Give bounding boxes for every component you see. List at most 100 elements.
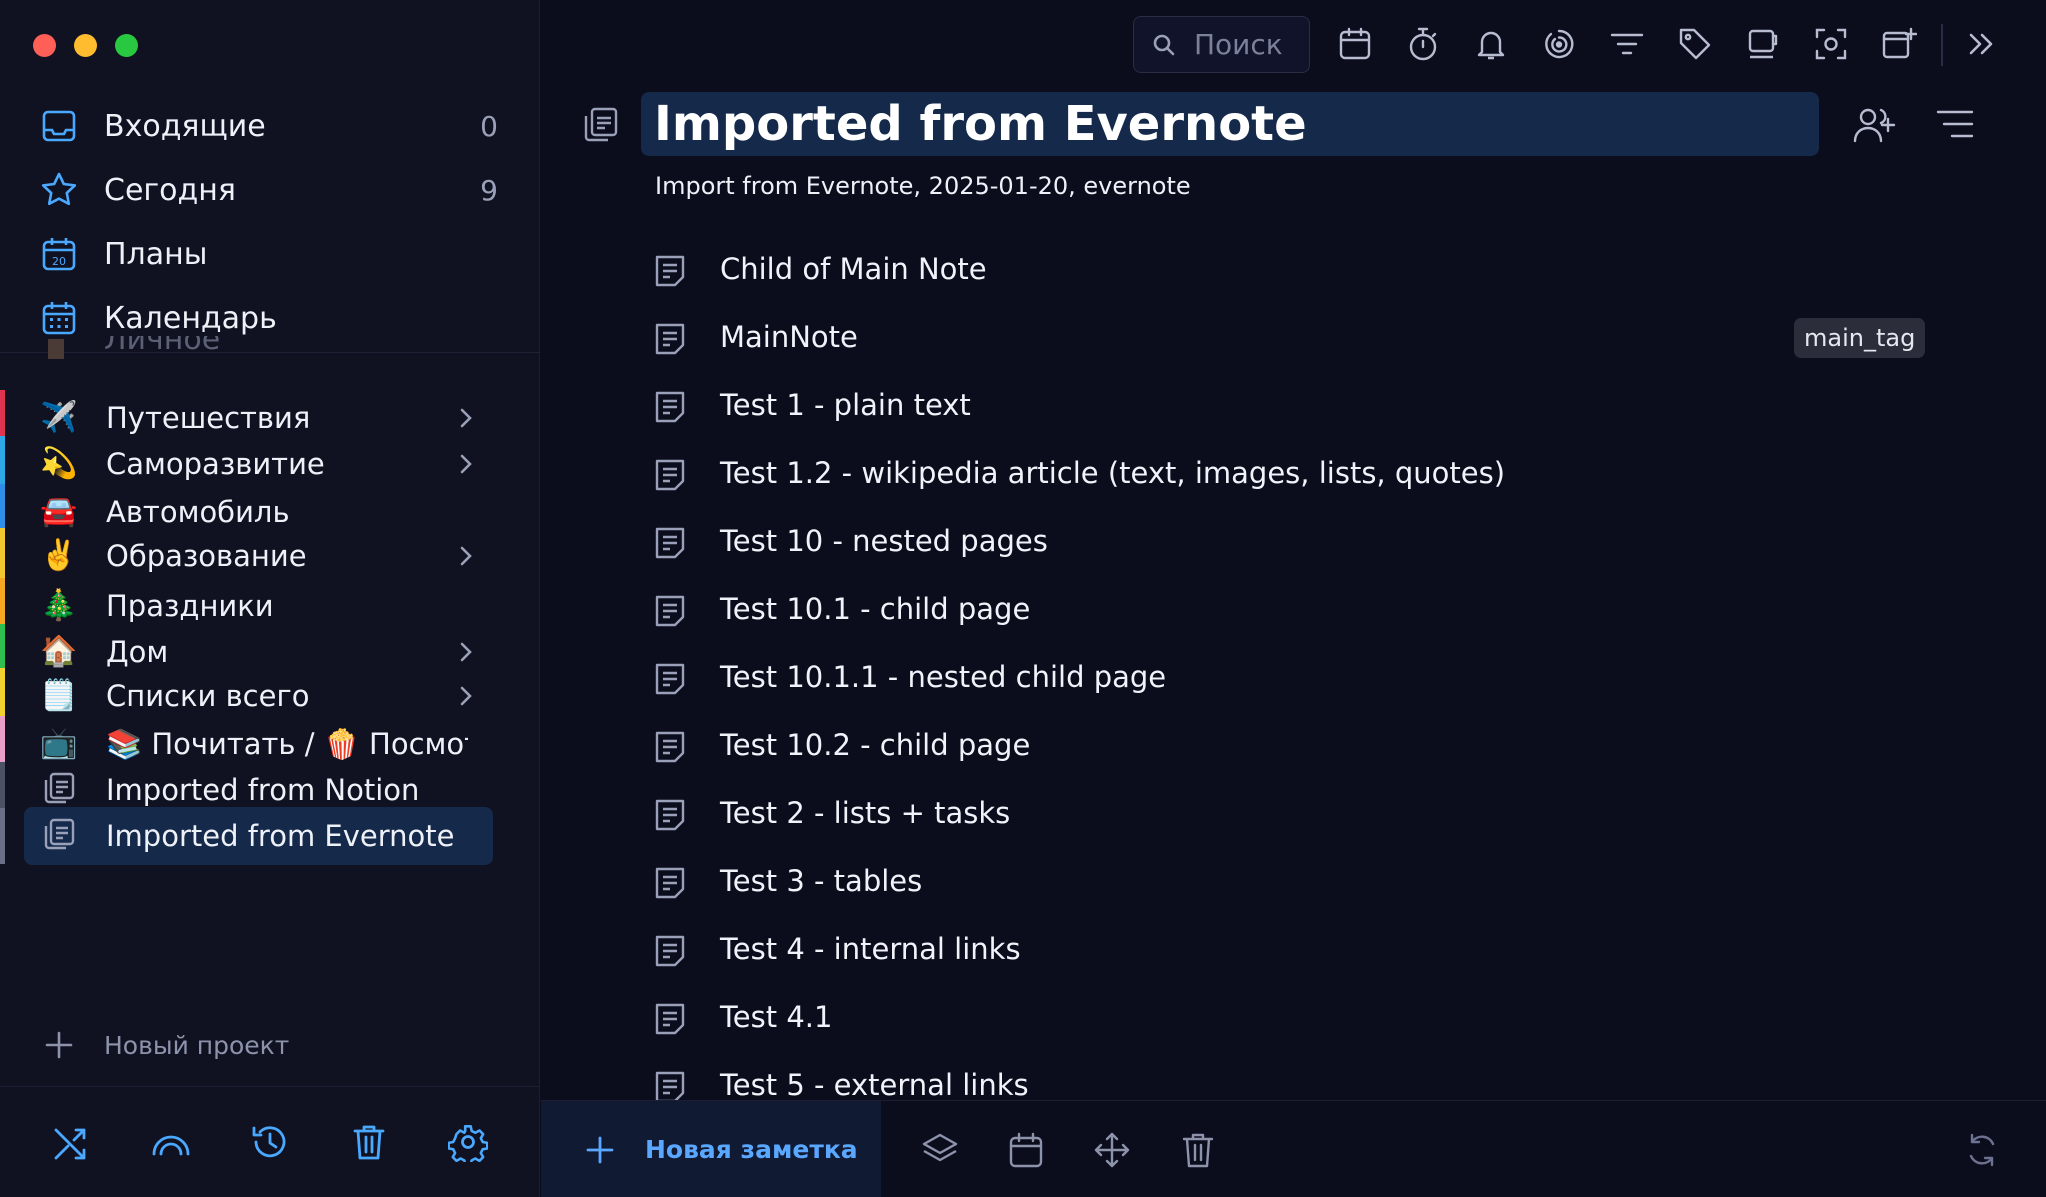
project-label: Imported from Notion (106, 773, 420, 807)
sidebar-item-today[interactable]: Сегодня 9 (0, 158, 540, 222)
project-label: Путешествия (106, 401, 311, 435)
note-row[interactable]: Child of Main Note (541, 236, 2046, 304)
toolbar: Поиск (541, 0, 2046, 90)
note-icon (655, 255, 685, 287)
sidebar-item-inbox[interactable]: Входящие 0 (0, 94, 540, 158)
note-icon (655, 323, 685, 355)
bell-icon[interactable] (1473, 26, 1509, 62)
close-window-button[interactable] (33, 34, 56, 57)
habit-target-icon[interactable] (1541, 26, 1577, 62)
focus-icon[interactable] (1813, 26, 1849, 62)
project-emoji: 🗒️ (40, 678, 78, 713)
chevron-right-icon[interactable] (452, 450, 480, 478)
note-tag-badge[interactable]: main_tag (1794, 318, 1926, 358)
rainbow-icon[interactable] (151, 1122, 191, 1162)
zoom-window-button[interactable] (115, 34, 138, 57)
note-title: Test 10.2 - child page (720, 728, 1031, 762)
project-label: Дом (106, 635, 169, 669)
calendar-icon[interactable] (1337, 26, 1373, 62)
history-icon[interactable] (250, 1122, 290, 1162)
coffee-cup-icon[interactable] (1745, 26, 1781, 62)
bottom-toolbar: Новая заметка (541, 1100, 2046, 1197)
filter-icon[interactable] (1609, 26, 1645, 62)
inbox-icon (40, 107, 78, 145)
project-label: Автомобиль (106, 495, 290, 529)
new-note-label: Новая заметка (645, 1135, 858, 1164)
project-emoji: 📺 (40, 726, 78, 761)
sidebar-item-label: Сегодня (104, 172, 236, 208)
note-stack-icon (40, 817, 78, 855)
calendar-icon[interactable] (1007, 1131, 1045, 1169)
note-title: Test 10.1 - child page (720, 592, 1031, 626)
project-emoji: 🚘 (40, 494, 78, 529)
note-row[interactable]: Test 10.1 - child page (541, 576, 2046, 644)
gear-icon[interactable] (448, 1122, 489, 1162)
smart-lists: Входящие 0 Сегодня 9 20 Планы Календарь (0, 94, 540, 350)
chevron-right-icon[interactable] (452, 542, 480, 570)
note-row[interactable]: Test 2 - lists + tasks (541, 780, 2046, 848)
window-controls (33, 34, 138, 57)
project-emoji: 🏠 (40, 634, 78, 669)
project-list: ✈️ Путешествия 💫 Саморазвитие 🚘 Автомоби… (0, 352, 540, 1002)
search-icon (1153, 34, 1175, 55)
note-row[interactable]: Test 1 - plain text (541, 372, 2046, 440)
minimize-window-button[interactable] (74, 34, 97, 57)
project-label: 📚 Почитать / 🍿 Посмотреть (106, 726, 468, 761)
trash-icon[interactable] (349, 1122, 389, 1162)
add-window-icon[interactable] (1881, 26, 1917, 62)
tag-icon[interactable] (1677, 26, 1713, 62)
chevron-right-icon[interactable] (452, 682, 480, 710)
chevron-right-icon[interactable] (452, 638, 480, 666)
main-panel: Поиск Imported from Evernote Import from… (541, 0, 2046, 1197)
project-header: Imported from Evernote (541, 92, 2046, 158)
expand-chevrons-icon[interactable] (1963, 26, 1999, 62)
add-user-icon[interactable] (1852, 105, 1898, 145)
note-row[interactable]: Test 10.2 - child page (541, 712, 2046, 780)
toolbar-divider (1941, 24, 1943, 66)
note-row[interactable]: Test 4 - internal links (541, 916, 2046, 984)
project-label: Праздники (106, 589, 274, 623)
note-title: Test 4.1 (720, 1000, 833, 1034)
search-placeholder: Поиск (1194, 28, 1283, 61)
project-item-education[interactable]: ✌️ Образование (0, 528, 540, 584)
note-icon (655, 1071, 685, 1100)
note-row[interactable]: Test 3 - tables (541, 848, 2046, 916)
shuffle-icon[interactable] (52, 1122, 92, 1162)
new-project-button[interactable]: Новый проект (44, 1030, 289, 1060)
move-icon[interactable] (1093, 1131, 1131, 1169)
plus-icon (586, 1136, 614, 1163)
note-icon (655, 867, 685, 899)
note-stack-icon (40, 771, 78, 809)
chevron-right-icon[interactable] (452, 404, 480, 432)
note-row[interactable]: Test 10 - nested pages (541, 508, 2046, 576)
sync-icon[interactable] (1963, 1131, 2001, 1169)
project-emoji: ✌️ (40, 538, 78, 573)
note-icon (655, 391, 685, 423)
note-icon (655, 527, 685, 559)
project-item-imported-evernote[interactable]: Imported from Evernote (0, 807, 540, 865)
sidebar-item-plans[interactable]: 20 Планы (0, 222, 540, 286)
search-input[interactable]: Поиск (1133, 16, 1310, 73)
note-title: Test 1.2 - wikipedia article (text, imag… (720, 456, 1506, 490)
trash-icon[interactable] (1179, 1131, 1217, 1169)
today-count: 9 (480, 173, 498, 207)
note-icon (655, 663, 685, 695)
sidebar-footer (0, 1086, 540, 1197)
note-icon (655, 799, 685, 831)
sort-icon[interactable] (1935, 106, 1975, 142)
note-row[interactable]: Test 5 - external links (541, 1052, 2046, 1100)
new-note-button[interactable]: Новая заметка (541, 1101, 881, 1197)
note-title: Child of Main Note (720, 252, 987, 286)
project-title-input[interactable]: Imported from Evernote (641, 92, 1819, 156)
note-row[interactable]: Test 1.2 - wikipedia article (text, imag… (541, 440, 2046, 508)
note-title: Test 4 - internal links (720, 932, 1021, 966)
note-row[interactable]: Test 4.1 (541, 984, 2046, 1052)
project-emoji: 🎄 (40, 588, 78, 623)
project-color-bar (0, 808, 5, 864)
layers-icon[interactable] (921, 1131, 959, 1169)
stopwatch-icon[interactable] (1405, 26, 1441, 62)
inbox-count: 0 (480, 109, 498, 143)
note-row[interactable]: Test 10.1.1 - nested child page (541, 644, 2046, 712)
project-label: Imported from Evernote (106, 819, 455, 853)
note-icon (655, 935, 685, 967)
